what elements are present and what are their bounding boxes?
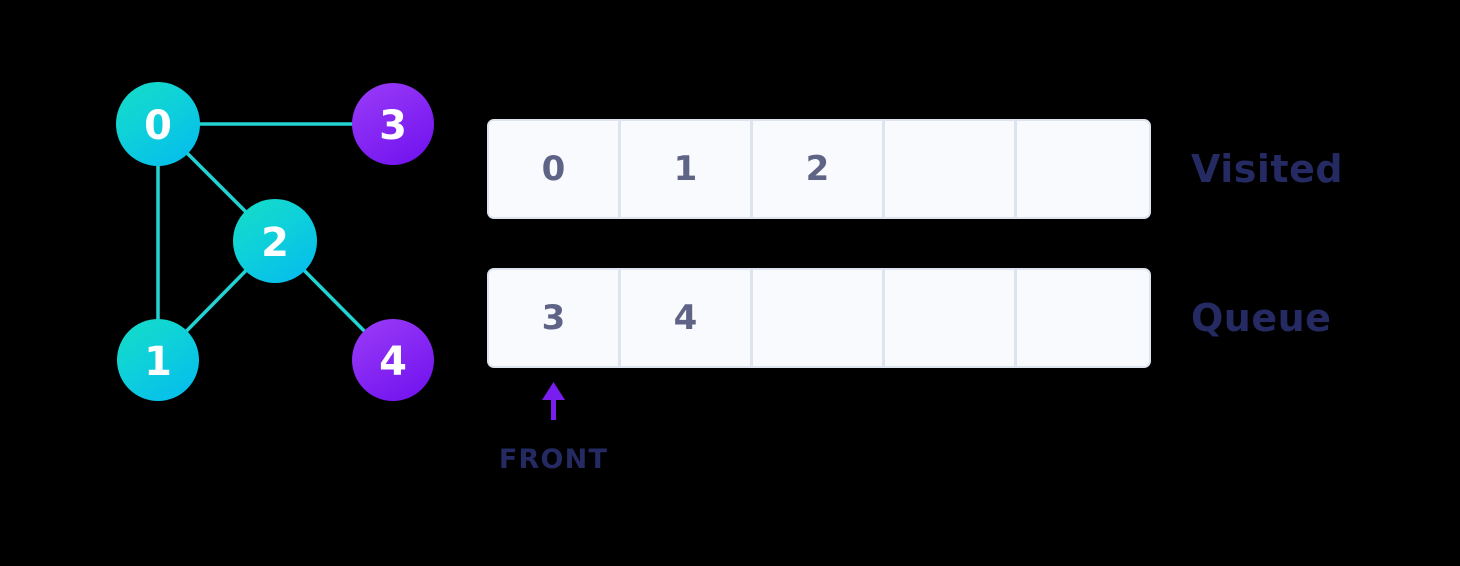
visited-cell-3[interactable] [885,121,1017,217]
graph-node-1[interactable]: 1 [117,319,199,401]
arrow-head [542,382,565,400]
queue-cell-3[interactable] [885,270,1017,366]
front-label: FRONT [498,444,609,475]
front-pointer: FRONT [487,378,647,488]
queue-label: Queue [1191,296,1332,340]
visited-array-row: 0 1 2 Visited [487,119,1343,219]
visited-array: 0 1 2 [487,119,1151,219]
node-label: 2 [261,220,289,266]
queue-cell-2[interactable] [753,270,885,366]
queue-array-row: 3 4 Queue [487,268,1331,368]
node-label: 1 [144,339,172,385]
visited-cell-0[interactable]: 0 [489,121,621,217]
visited-cell-1[interactable]: 1 [621,121,753,217]
front-arrow-icon [542,382,565,420]
visited-cell-4[interactable] [1017,121,1149,217]
node-label: 0 [144,103,172,149]
graph-node-2[interactable]: 2 [233,199,317,283]
node-label: 3 [379,103,407,149]
queue-cell-0[interactable]: 3 [489,270,621,366]
graph-panel: 0 1 2 3 4 [0,0,470,566]
queue-cell-4[interactable] [1017,270,1149,366]
visited-cell-2[interactable]: 2 [753,121,885,217]
visualization-canvas: 0 1 2 3 4 0 1 2 Visited 3 4 Queue FRONT [0,0,1460,566]
queue-cell-1[interactable]: 4 [621,270,753,366]
graph-node-3[interactable]: 3 [352,83,434,165]
graph-node-0[interactable]: 0 [116,82,200,166]
graph-node-4[interactable]: 4 [352,319,434,401]
node-label: 4 [379,339,407,385]
queue-array: 3 4 [487,268,1151,368]
visited-label: Visited [1191,147,1344,191]
graph-diagram: 0 1 2 3 4 [116,82,434,401]
